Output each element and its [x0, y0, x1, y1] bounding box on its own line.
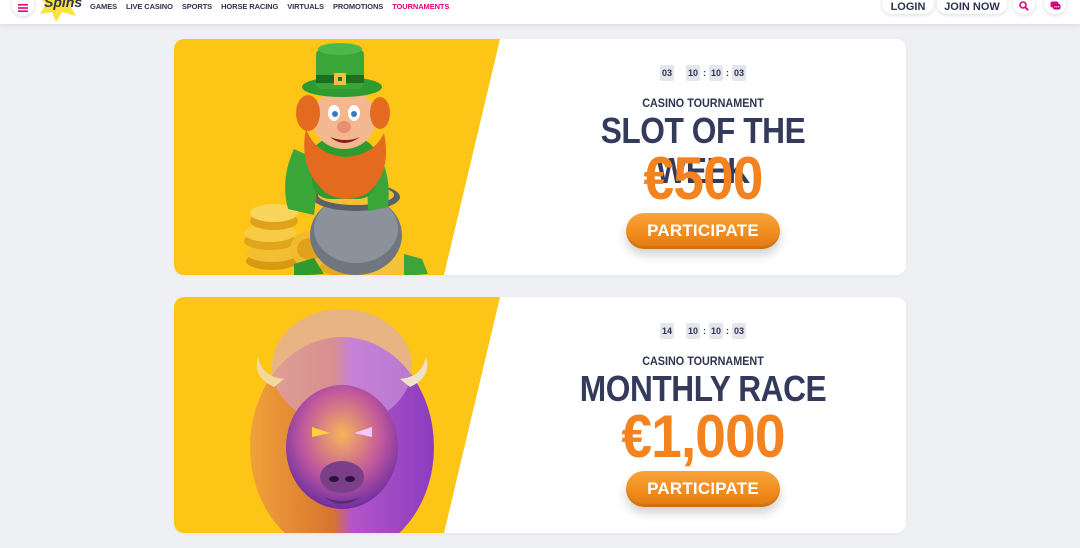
tournament-card: 14 10 : 10 : 03 CASINO TOURNAMENT MONTHL… — [174, 297, 906, 533]
countdown-timer: 03 10 : 10 : 03 — [574, 65, 832, 81]
timer-seconds: 03 — [732, 65, 747, 81]
nav-virtuals[interactable]: VIRTUALS — [287, 2, 324, 11]
nav-games[interactable]: GAMES — [90, 2, 117, 11]
participate-button[interactable]: PARTICIPATE — [626, 213, 780, 249]
timer-days: 03 — [659, 65, 674, 81]
top-header: Spins GAMES LIVE CASINO SPORTS HORSE RAC… — [0, 0, 1080, 24]
spins-logo[interactable]: Spins — [36, 0, 86, 22]
prize-amount: €1,000 — [621, 403, 785, 470]
timer-separator: : — [726, 326, 730, 336]
hamburger-icon — [18, 4, 28, 12]
timer-minutes: 10 — [709, 323, 724, 339]
timer-hours: 10 — [685, 323, 700, 339]
chat-icon — [1050, 1, 1060, 10]
timer-minutes: 10 — [709, 65, 724, 81]
tournament-type: CASINO TOURNAMENT — [642, 354, 764, 368]
nav-horse-racing[interactable]: HORSE RACING — [221, 2, 278, 11]
tournament-info: 03 10 : 10 : 03 CASINO TOURNAMENT SLOT O… — [574, 39, 832, 275]
search-icon — [1019, 1, 1029, 11]
tournament-info: 14 10 : 10 : 03 CASINO TOURNAMENT MONTHL… — [574, 297, 832, 533]
menu-button[interactable] — [12, 0, 34, 16]
tournament-card: 03 10 : 10 : 03 CASINO TOURNAMENT SLOT O… — [174, 39, 906, 275]
main-nav: GAMES LIVE CASINO SPORTS HORSE RACING VI… — [90, 0, 449, 12]
nav-sports[interactable]: SPORTS — [182, 2, 212, 11]
timer-separator: : — [703, 326, 706, 336]
timer-seconds: 03 — [732, 323, 747, 339]
join-now-button[interactable]: JOIN NOW — [937, 0, 1007, 14]
login-button[interactable]: LOGIN — [882, 0, 934, 14]
leprechaun-banner — [174, 39, 500, 275]
timer-separator: : — [703, 68, 706, 78]
search-button[interactable] — [1013, 0, 1035, 14]
logo-text: Spins — [44, 0, 82, 10]
chat-button[interactable] — [1044, 0, 1066, 14]
nav-tournaments[interactable]: TOURNAMENTS — [392, 2, 449, 11]
participate-button[interactable]: PARTICIPATE — [626, 471, 780, 507]
nav-promotions[interactable]: PROMOTIONS — [333, 2, 383, 11]
countdown-timer: 14 10 : 10 : 03 — [574, 323, 832, 339]
nav-live-casino[interactable]: LIVE CASINO — [126, 2, 173, 11]
tournament-type: CASINO TOURNAMENT — [642, 96, 764, 110]
timer-days: 14 — [659, 323, 674, 339]
timer-hours: 10 — [685, 65, 700, 81]
buffalo-banner — [174, 297, 500, 533]
prize-amount: €500 — [643, 145, 763, 212]
timer-separator: : — [726, 68, 730, 78]
